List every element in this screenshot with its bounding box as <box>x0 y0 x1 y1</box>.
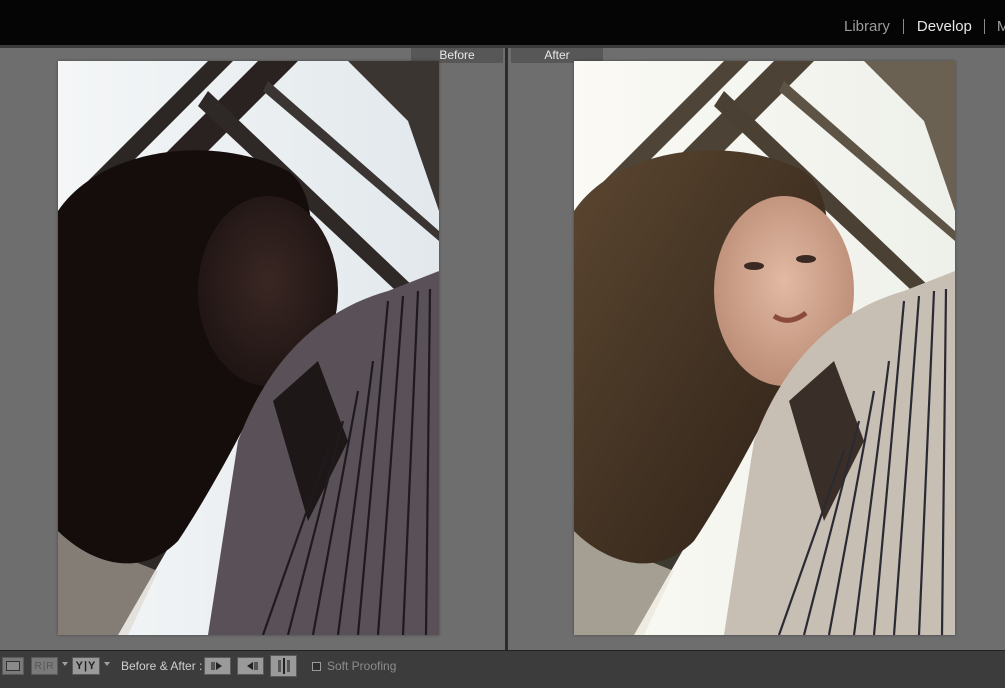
before-after-left-right-button[interactable]: R|R <box>31 657 58 675</box>
module-picker: Library Develop M <box>844 18 1005 35</box>
module-map[interactable]: M <box>997 18 1005 35</box>
before-after-split-icon: Y|Y <box>75 660 97 672</box>
loupe-view-button[interactable] <box>2 657 24 675</box>
copy-after-to-before-button[interactable] <box>237 657 264 675</box>
arrow-right-icon <box>210 662 222 670</box>
after-photo-image <box>574 61 955 635</box>
module-library[interactable]: Library <box>844 18 890 35</box>
arrow-left-icon <box>246 662 258 670</box>
soft-proofing-checkbox[interactable] <box>312 662 321 671</box>
before-photo[interactable] <box>58 61 439 635</box>
soft-proofing-label[interactable]: Soft Proofing <box>327 659 396 673</box>
module-separator <box>902 19 904 34</box>
before-photo-image <box>58 61 439 635</box>
before-after-label: Before & After : <box>121 659 203 673</box>
left-right-dropdown-icon[interactable] <box>62 662 68 666</box>
swap-icon <box>277 658 290 674</box>
split-dropdown-icon[interactable] <box>104 662 110 666</box>
after-photo[interactable] <box>574 61 955 635</box>
before-after-split-button[interactable]: Y|Y <box>72 657 100 675</box>
swap-before-after-button[interactable] <box>270 655 297 677</box>
module-separator <box>983 19 985 34</box>
copy-before-to-after-button[interactable] <box>204 657 231 675</box>
module-develop[interactable]: Develop <box>917 18 972 35</box>
loupe-view-icon <box>6 661 20 671</box>
before-after-left-right-icon: R|R <box>34 660 55 672</box>
module-bar: Library Develop M <box>0 0 1005 45</box>
